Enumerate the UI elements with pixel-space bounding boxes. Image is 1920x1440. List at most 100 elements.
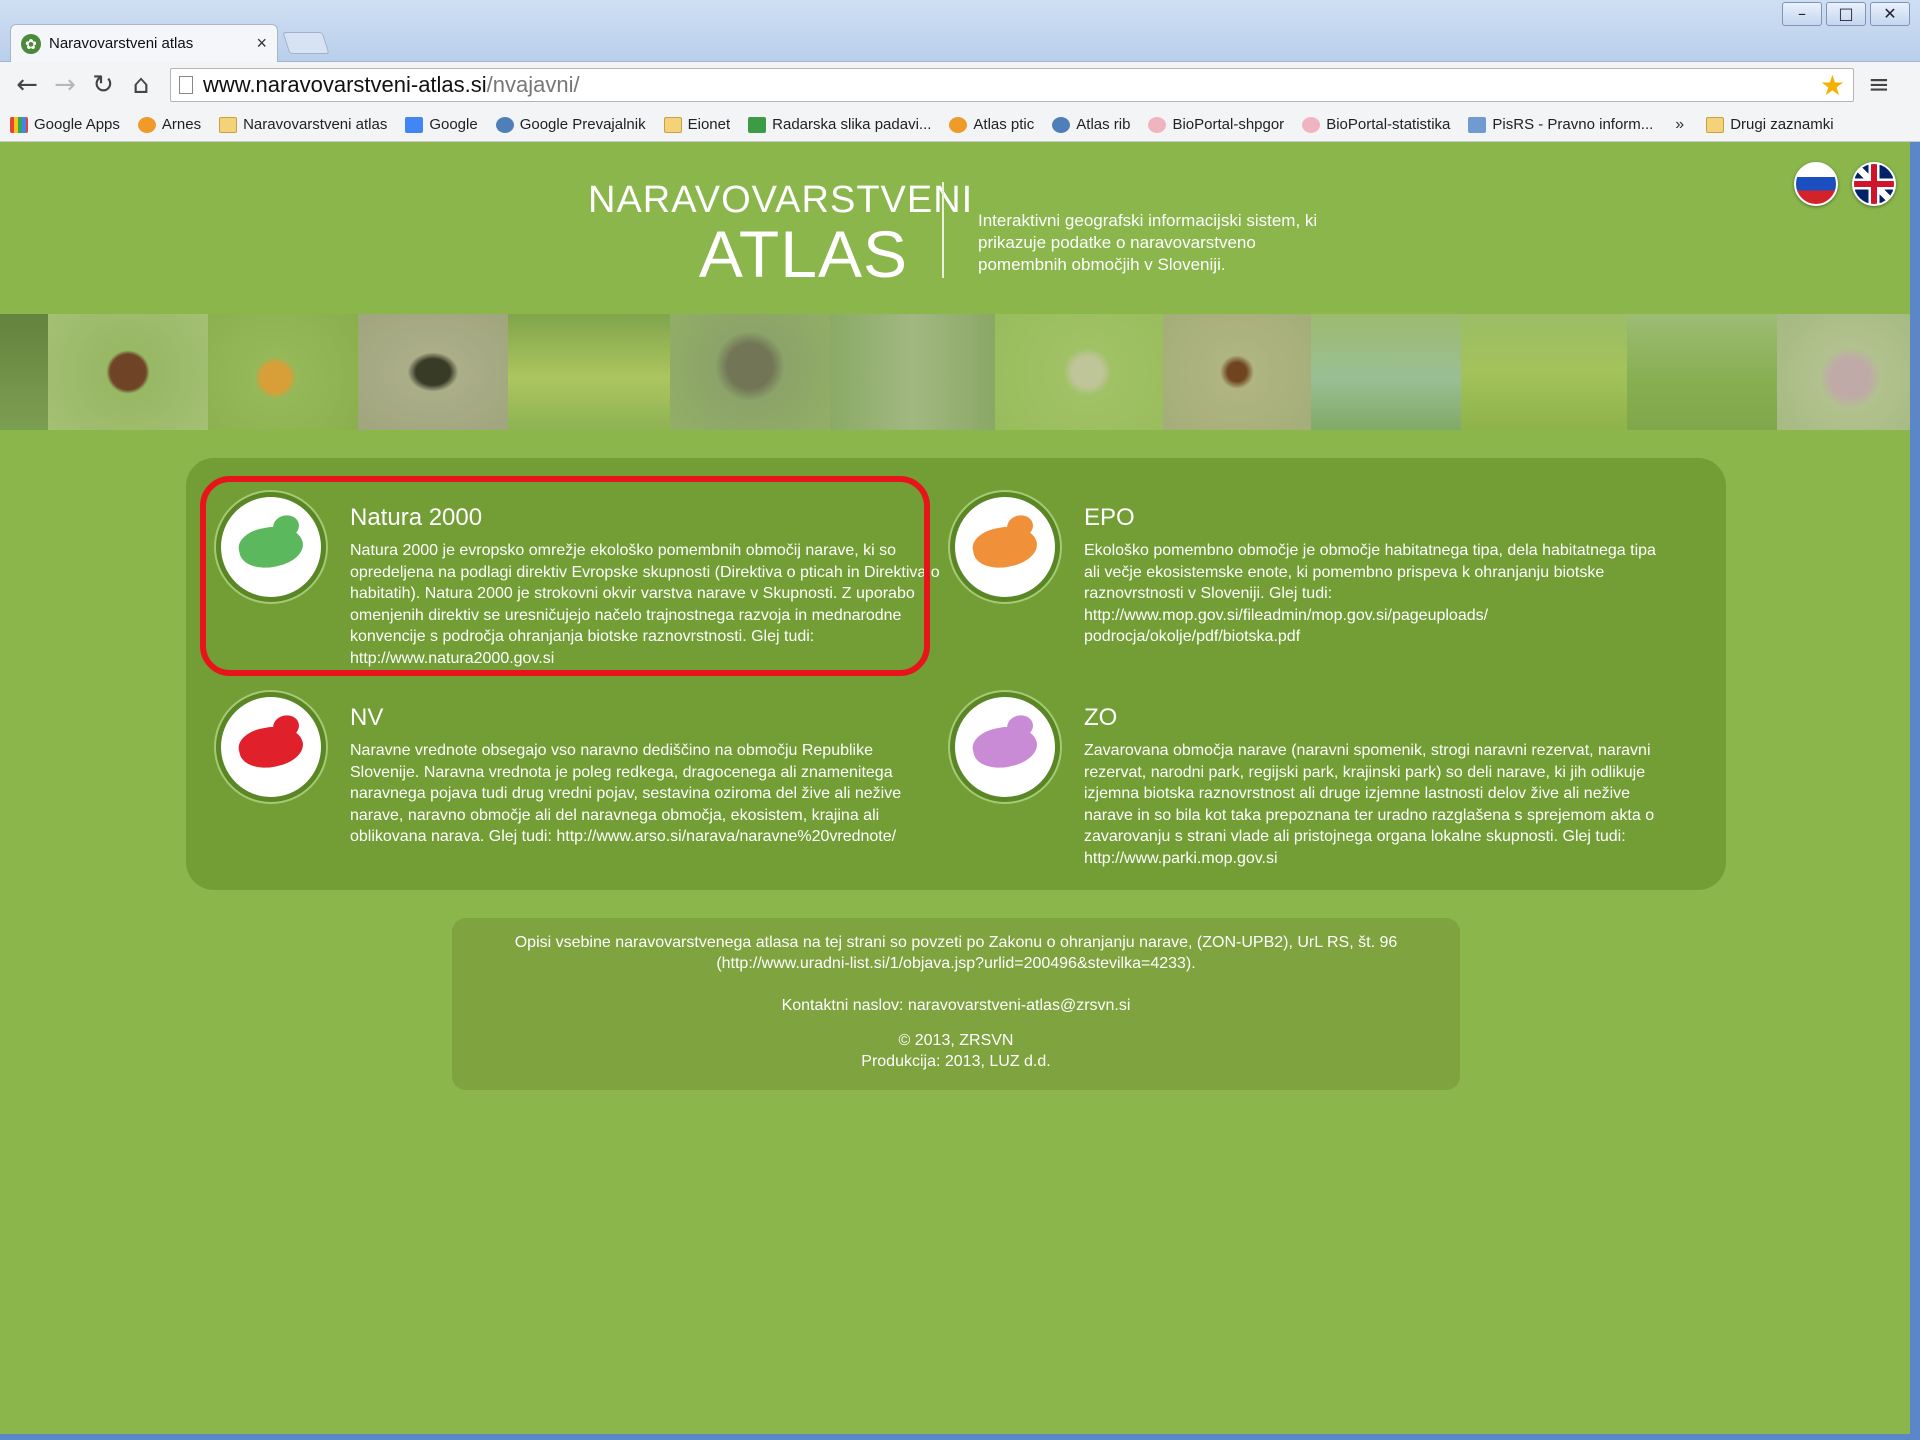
new-tab-button[interactable] [282, 32, 330, 54]
banner-photo-otter [670, 314, 830, 430]
bookmark-label: Radarska slika padavi... [772, 116, 932, 133]
banner-photo-meadow [1461, 314, 1627, 430]
site-logo[interactable]: NARAVOVARSTVENI ATLAS [588, 179, 974, 291]
bookmark-label: BioPortal-shpgor [1172, 116, 1285, 133]
bookmarks-overflow-button[interactable]: » [1675, 116, 1684, 134]
zo-description: Zavarovana območja narave (naravni spome… [1084, 742, 1655, 867]
bookmark-label: Atlas rib [1076, 116, 1131, 133]
epo-description: Ekološko pomembno območje je območje hab… [1084, 542, 1656, 645]
browser-toolbar: ← → ↻ ⌂ www.naravovarstveni-atlas.si /nv… [0, 62, 1920, 108]
nature-photo-banner [0, 314, 1910, 430]
bookmark-item[interactable]: PisRS - Pravno inform... [1468, 116, 1653, 133]
bookmark-favicon-icon [949, 116, 968, 133]
bookmark-label: Google Prevajalnik [519, 116, 646, 133]
bookmark-label: Drugi zaznamki [1730, 116, 1834, 133]
forward-icon[interactable]: → [46, 67, 84, 103]
footer-source-line2[interactable]: (http://www.uradni-list.si/1/objava.jsp?… [452, 953, 1460, 974]
bookmark-item[interactable]: Google Apps [10, 116, 120, 133]
banner-photo-thistle [1777, 314, 1910, 430]
logo-divider [942, 182, 944, 278]
slovenia-map-icon [969, 520, 1041, 574]
url-path: /nvajavni/ [486, 72, 580, 97]
bookmark-favicon-icon [137, 116, 156, 133]
page-icon [179, 76, 193, 94]
bookmark-item[interactable]: Atlas rib [1052, 116, 1130, 133]
bookmark-label: Atlas ptic [973, 116, 1035, 133]
bookmark-item[interactable]: Atlas ptic [949, 116, 1034, 133]
bookmark-favicon-icon [1148, 116, 1167, 133]
bookmark-item[interactable]: Radarska slika padavi... [748, 116, 931, 133]
url-host: www.naravovarstveni-atlas.si [203, 72, 487, 97]
tab-title: Naravovarstveni atlas [49, 35, 194, 52]
site-tagline: Interaktivni geografski informacijski si… [978, 211, 1318, 274]
menu-icon[interactable]: ≡ [1868, 70, 1890, 100]
bookmarks-bar: Google Apps Arnes Naravovarstveni atlas Goo… [0, 108, 1920, 142]
bookmark-favicon-icon [1052, 116, 1071, 133]
site-favicon-icon: ✿ [21, 33, 41, 54]
bookmark-item[interactable]: Google Prevajalnik [495, 116, 646, 133]
bookmark-item[interactable]: Naravovarstveni atlas [219, 116, 387, 133]
banner-photo-fritillary [830, 314, 995, 430]
bookmark-label: Arnes [161, 116, 202, 133]
folder-icon [1706, 116, 1725, 133]
folder-icon [219, 116, 238, 133]
footer-production: Produkcija: 2013, LUZ d.d. [861, 1053, 1051, 1070]
bookmark-label: PisRS - Pravno inform... [1492, 116, 1654, 133]
bookmark-label: Google Apps [34, 116, 120, 133]
bookmark-item[interactable]: BioPortal-shpgor [1148, 116, 1284, 133]
banner-photo-hills [1627, 314, 1777, 430]
zo-title[interactable]: ZO [1084, 704, 1117, 732]
slovenia-map-icon [235, 720, 307, 774]
minimize-icon[interactable]: – [1782, 2, 1822, 26]
maximize-icon[interactable]: □ [1826, 2, 1866, 26]
footer-copyright: © 2013, ZRSVN [898, 1032, 1014, 1049]
home-icon[interactable]: ⌂ [122, 67, 160, 103]
bookmark-label: Google [429, 116, 478, 133]
footer-info: Opisi vsebine naravovarstvenega atlasa n… [452, 918, 1460, 1090]
layers-panel: Natura 2000 Natura 2000 je evropsko omre… [186, 458, 1726, 890]
bookmark-favicon-icon [748, 116, 767, 133]
zo-map-icon[interactable] [950, 692, 1060, 802]
site-header: NARAVOVARSTVENI ATLAS Interaktivni geogr… [0, 142, 1910, 314]
bookmark-favicon-icon [1468, 116, 1487, 133]
bookmark-item[interactable]: BioPortal-statistika [1302, 116, 1450, 133]
slovenian-flag-icon[interactable] [1794, 162, 1838, 206]
bookmark-item[interactable]: Google [405, 116, 478, 133]
reload-icon[interactable]: ↻ [84, 67, 122, 103]
slovenia-map-icon [969, 720, 1041, 774]
logo-line1: NARAVOVARSTVENI [588, 179, 974, 221]
banner-photo-spider [1163, 314, 1311, 430]
bookmark-label: Eionet [687, 116, 731, 133]
bookmark-favicon-icon [1302, 116, 1321, 133]
window-titlebar: ✿ Naravovarstveni atlas × – □ ✕ [0, 0, 1920, 62]
window-controls: – □ ✕ [1782, 2, 1910, 26]
folder-icon [663, 116, 682, 133]
footer-contact[interactable]: Kontaktni naslov: naravovarstveni-atlas@… [452, 995, 1460, 1016]
banner-photo-grass [0, 314, 48, 430]
tab-close-icon[interactable]: × [256, 33, 267, 54]
bookmark-item[interactable]: Arnes [137, 116, 202, 133]
bookmark-star-icon[interactable]: ★ [1820, 69, 1845, 102]
back-icon[interactable]: ← [8, 67, 46, 103]
logo-line2: ATLAS [698, 217, 908, 291]
nv-map-icon[interactable] [216, 692, 326, 802]
uk-flag-icon[interactable] [1852, 162, 1896, 206]
epo-map-icon[interactable] [950, 492, 1060, 602]
page-content: NARAVOVARSTVENI ATLAS Interaktivni geogr… [0, 142, 1910, 1434]
banner-photo-orchid [48, 314, 208, 430]
footer-source-line1: Opisi vsebine naravovarstvenega atlasa n… [514, 934, 1398, 951]
banner-photo-field [508, 314, 670, 430]
epo-title[interactable]: EPO [1084, 504, 1135, 532]
browser-tab[interactable]: ✿ Naravovarstveni atlas × [10, 24, 278, 62]
bookmark-favicon-icon [10, 116, 28, 133]
bookmark-item[interactable]: Eionet [663, 116, 731, 133]
bookmark-label: BioPortal-statistika [1326, 116, 1451, 133]
bookmark-other[interactable]: Drugi zaznamki [1706, 116, 1834, 133]
nv-title[interactable]: NV [350, 704, 383, 732]
close-window-icon[interactable]: ✕ [1870, 2, 1910, 26]
address-bar[interactable]: www.naravovarstveni-atlas.si /nvajavni/ … [170, 68, 1854, 102]
bookmark-favicon-icon [495, 116, 514, 133]
nv-description: Naravne vrednote obsegajo vso naravno de… [350, 742, 902, 845]
banner-photo-beetle [358, 314, 508, 430]
banner-photo-blue-butterfly [995, 314, 1163, 430]
